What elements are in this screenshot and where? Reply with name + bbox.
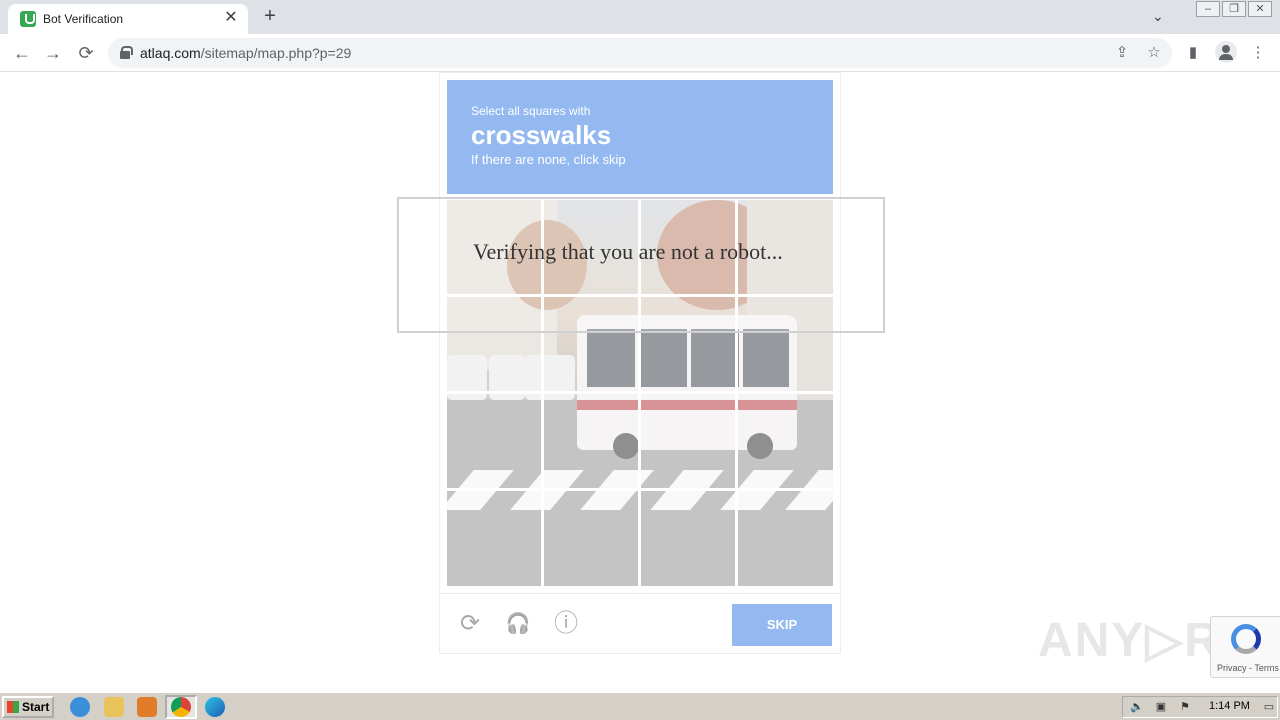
recaptcha-badge[interactable]: Privacy - Terms [1210, 616, 1280, 678]
new-tab-button[interactable]: + [260, 5, 280, 27]
close-window-button[interactable]: ✕ [1248, 1, 1272, 17]
system-tray: 🔈 ▣ ⚑ 1:14 PM ▭ [1122, 696, 1278, 718]
window-controls: – ❐ ✕ [1194, 1, 1272, 17]
browser-tab-strip: Bot Verification ✕ + ⌄ – ❐ ✕ [0, 0, 1280, 34]
bus-window [743, 329, 789, 387]
captcha-target: crosswalks [471, 120, 612, 150]
windows-taskbar: Start 🔈 ▣ ⚑ 1:14 PM ▭ [0, 692, 1280, 720]
tab-search-chevron-icon[interactable]: ⌄ [1152, 8, 1164, 25]
bus-window [587, 329, 635, 387]
menu-kebab-icon[interactable]: ⋮ [1247, 42, 1269, 64]
edge-icon[interactable] [205, 697, 225, 717]
shield-favicon-icon [20, 11, 36, 27]
bus-wheel [747, 433, 773, 459]
verification-message: Verifying that you are not a robot... [473, 239, 783, 264]
recaptcha-logo-icon [1231, 624, 1261, 654]
clock[interactable]: 1:14 PM [1209, 700, 1250, 712]
bus-window [691, 329, 739, 387]
captcha-footer: ⟳ 🎧 ⓘ SKIP [440, 593, 840, 653]
chrome-taskbar-button[interactable] [165, 695, 197, 719]
page-content: Select all squares with crosswalks If th… [0, 72, 1280, 692]
tab-close-icon[interactable]: ✕ [222, 9, 240, 27]
bookmark-star-icon[interactable]: ☆ [1144, 43, 1164, 63]
share-icon[interactable]: ⇪ [1112, 43, 1132, 63]
show-desktop-icon[interactable]: ▭ [1261, 700, 1277, 714]
reload-challenge-icon[interactable]: ⟳ [456, 610, 484, 638]
captcha-instruction: Select all squares with [471, 104, 591, 118]
url-path: /sitemap/map.php?p=29 [200, 45, 352, 61]
reload-button[interactable]: ⟳ [73, 40, 99, 66]
skip-button[interactable]: SKIP [732, 604, 832, 646]
address-bar[interactable]: atlaq.com/sitemap/map.php?p=29 ⇪ ☆ [108, 38, 1172, 68]
media-player-icon[interactable] [137, 697, 157, 717]
url-text[interactable]: atlaq.com/sitemap/map.php?p=29 [140, 45, 351, 61]
verification-overlay: Verifying that you are not a robot... [397, 197, 885, 333]
action-center-flag-icon[interactable]: ⚑ [1177, 700, 1193, 714]
restore-button[interactable]: ❐ [1222, 1, 1246, 17]
grid-divider [447, 391, 833, 394]
audio-challenge-icon[interactable]: 🎧 [504, 610, 532, 638]
chrome-icon [171, 697, 191, 717]
minimize-button[interactable]: – [1196, 1, 1220, 17]
tab-bot-verification[interactable]: Bot Verification ✕ [8, 4, 248, 34]
internet-explorer-icon[interactable] [70, 697, 90, 717]
url-domain: atlaq.com [140, 45, 201, 61]
file-explorer-icon[interactable] [104, 697, 124, 717]
side-panel-icon[interactable]: ▮ [1182, 42, 1204, 64]
back-button[interactable]: ← [9, 40, 35, 66]
bus-wheel [613, 433, 639, 459]
tab-title: Bot Verification [43, 12, 124, 26]
recaptcha-terms[interactable]: Privacy - Terms [1217, 663, 1279, 673]
network-icon[interactable]: ▣ [1153, 700, 1169, 714]
bus-stripe [577, 400, 797, 410]
start-button[interactable]: Start [2, 696, 54, 718]
forward-button[interactable]: → [40, 40, 66, 66]
captcha-header: Select all squares with crosswalks If th… [447, 80, 833, 194]
browser-toolbar: ← → ⟳ atlaq.com/sitemap/map.php?p=29 ⇪ ☆… [0, 34, 1280, 72]
grid-divider [447, 488, 833, 491]
profile-avatar-icon[interactable] [1215, 41, 1237, 63]
bus-window [639, 329, 687, 387]
scene-bus [577, 315, 797, 459]
lock-icon[interactable] [120, 46, 133, 59]
captcha-hint: If there are none, click skip [471, 152, 626, 167]
info-icon[interactable]: ⓘ [552, 610, 580, 638]
captcha-widget: Select all squares with crosswalks If th… [439, 72, 841, 654]
speaker-icon[interactable]: 🔈 [1129, 700, 1145, 714]
